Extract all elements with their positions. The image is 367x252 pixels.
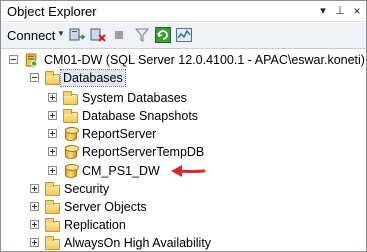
databases-label: Databases [60,69,126,87]
expand-toggle-icon[interactable] [48,147,57,156]
tree-node-label: ReportServer [82,127,157,141]
folder-icon [45,199,61,215]
tree-node-label: AlwaysOn High Availability [64,236,212,250]
object-explorer-tree: CM01-DW (SQL Server 12.0.4100.1 - APAC\e… [1,50,366,251]
filter-icon[interactable] [134,27,150,43]
panel-title: Object Explorer [7,4,97,19]
expand-toggle-icon[interactable] [48,93,57,102]
tree-node-database-snapshots[interactable]: Database Snapshots [1,107,366,125]
tree-node-alwayson[interactable]: AlwaysOn High Availability [1,234,366,251]
folder-icon [63,108,79,124]
tree-node-databases[interactable]: Databases [1,69,366,87]
collapse-toggle-icon[interactable] [9,55,18,64]
expand-toggle-icon[interactable] [30,220,39,229]
activity-monitor-icon[interactable] [176,27,192,43]
tree-node-label: Replication [64,218,126,232]
database-icon [63,163,79,179]
tree-node-replication[interactable]: Replication [1,216,366,234]
server-label: CM01-DW (SQL Server 12.0.4100.1 - APAC\e… [44,53,365,67]
expand-toggle-icon[interactable] [30,238,39,247]
refresh-icon[interactable] [155,27,171,43]
server-icon [24,52,40,68]
object-explorer-toolbar: Connect ▼ [1,23,366,49]
tree-node-server-objects[interactable]: Server Objects [1,198,366,216]
folder-icon [45,70,61,86]
tree-node-cm-ps1-dw[interactable]: CM_PS1_DW [1,162,366,180]
expand-toggle-icon[interactable] [48,111,57,120]
tree-node-security[interactable]: Security [1,180,366,198]
stop-icon[interactable] [111,27,127,43]
folder-icon [45,217,61,233]
expand-toggle-icon[interactable] [48,166,57,175]
tree-node-label: System Databases [82,91,187,105]
folder-icon [45,181,61,197]
window-position-dropdown-icon[interactable]: ▾ [316,3,330,19]
collapse-toggle-icon[interactable] [30,73,39,82]
object-explorer-panel: Object Explorer ▾ ⊥ × Connect ▼ CM01-DW … [0,0,367,252]
panel-titlebar: Object Explorer ▾ ⊥ × [1,1,366,22]
tree-node-label: CM_PS1_DW [82,164,160,178]
expand-toggle-icon[interactable] [30,184,39,193]
folder-icon [45,235,61,251]
tree-node-label: Security [64,182,110,196]
folder-icon [63,90,79,106]
auto-hide-pin-icon[interactable]: ⊥ [333,3,347,19]
disconnect-icon[interactable] [90,27,106,43]
expand-toggle-icon[interactable] [30,202,39,211]
tree-node-server[interactable]: CM01-DW (SQL Server 12.0.4100.1 - APAC\e… [1,51,366,69]
connect-button[interactable]: Connect [7,28,55,43]
close-icon[interactable]: × [350,3,364,19]
tree-node-reportservertempdb[interactable]: ReportServerTempDB [1,143,366,161]
expand-toggle-icon[interactable] [48,129,57,138]
tree-node-label: Database Snapshots [82,109,199,123]
database-icon [63,144,79,160]
tree-node-label: ReportServerTempDB [82,145,205,159]
database-icon [63,126,79,142]
tree-node-label: Server Objects [64,200,147,214]
connect-object-explorer-icon[interactable] [69,27,85,43]
tree-node-system-databases[interactable]: System Databases [1,89,366,107]
connect-dropdown-icon[interactable]: ▼ [57,29,65,38]
tree-node-reportserver[interactable]: ReportServer [1,125,366,143]
